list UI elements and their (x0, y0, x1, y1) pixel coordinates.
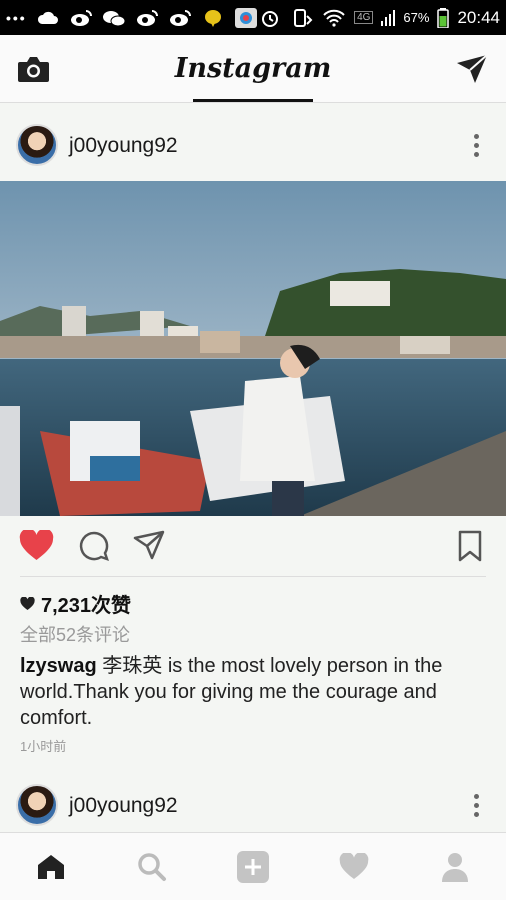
small-heart-icon (20, 596, 35, 610)
post-photo[interactable] (0, 181, 506, 516)
likes-text: 7,231次赞 (41, 595, 132, 617)
view-comments-link[interactable]: 全部52条评论 (20, 621, 130, 647)
network-type: 4G (354, 11, 374, 24)
post-header: j00young92 (0, 103, 506, 181)
nav-add[interactable] (202, 833, 303, 900)
app-logo: Instagram (174, 53, 332, 84)
share-icon[interactable] (133, 530, 165, 560)
post-header-2: j00young92 (0, 763, 506, 832)
weibo-icon-3 (169, 9, 191, 26)
post-username-2[interactable]: j00young92 (69, 794, 178, 818)
post-caption: lzyswag 李珠英 is the most lovely person in… (20, 653, 490, 731)
nav-home[interactable] (0, 833, 101, 900)
add-icon (237, 850, 269, 883)
status-system: 4G 67% 20:44 (258, 7, 500, 28)
bookmark-icon[interactable] (458, 530, 482, 562)
overflow-dots: ••• (6, 9, 27, 26)
caption-username[interactable]: lzyswag (20, 655, 97, 677)
comment-icon[interactable] (78, 530, 110, 562)
send-icon[interactable] (455, 53, 489, 85)
status-bar: ••• 4G 67% 20:44 (0, 0, 506, 35)
wechat-icon (102, 10, 126, 26)
signal-icon (381, 9, 396, 26)
divider (20, 576, 486, 577)
nav-search[interactable] (101, 833, 202, 900)
search-icon (138, 852, 166, 881)
avatar[interactable] (16, 124, 58, 166)
phone-vibrate-icon (294, 8, 313, 27)
active-tab-indicator (193, 99, 313, 102)
status-notifications: ••• (6, 7, 258, 28)
profile-icon (442, 852, 469, 882)
clock: 20:44 (457, 7, 500, 27)
weibo-icon-2 (136, 9, 158, 26)
more-options-icon-2[interactable] (474, 794, 480, 818)
avatar-2[interactable] (16, 784, 58, 826)
browser-app-icon (234, 7, 257, 28)
heart-icon[interactable] (19, 530, 54, 562)
cloud-icon (37, 11, 58, 24)
nav-profile[interactable] (405, 833, 506, 900)
post-username[interactable]: j00young92 (69, 134, 178, 158)
likes-count[interactable]: 7,231次赞 (20, 589, 131, 618)
battery-icon (437, 7, 450, 28)
post-actions (0, 516, 506, 576)
post-time: 1小时前 (20, 739, 67, 754)
nav-activity[interactable] (304, 833, 405, 900)
home-icon (37, 854, 64, 879)
wifi-icon (323, 9, 345, 27)
chat-bubble-icon (204, 9, 221, 27)
activity-heart-icon (339, 852, 369, 879)
battery-percent: 67% (403, 10, 430, 25)
more-options-icon[interactable] (474, 134, 480, 158)
weibo-icon (70, 9, 92, 26)
alarm-icon (262, 10, 279, 27)
app-header: Instagram (0, 35, 506, 103)
bottom-navigation (0, 832, 506, 900)
